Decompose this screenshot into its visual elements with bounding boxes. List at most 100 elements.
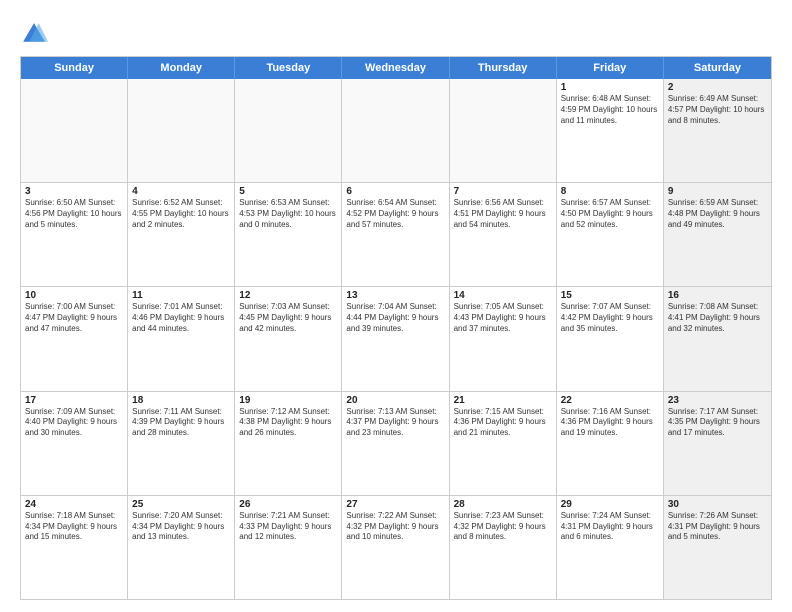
calendar-row-4: 24Sunrise: 7:18 AM Sunset: 4:34 PM Dayli… — [21, 496, 771, 599]
day-number: 6 — [346, 186, 444, 197]
calendar-cell: 8Sunrise: 6:57 AM Sunset: 4:50 PM Daylig… — [557, 183, 664, 286]
day-number: 21 — [454, 395, 552, 406]
logo-icon — [20, 20, 48, 48]
day-number: 12 — [239, 290, 337, 301]
day-info: Sunrise: 7:09 AM Sunset: 4:40 PM Dayligh… — [25, 407, 123, 439]
day-info: Sunrise: 6:53 AM Sunset: 4:53 PM Dayligh… — [239, 198, 337, 230]
day-number: 7 — [454, 186, 552, 197]
day-info: Sunrise: 7:17 AM Sunset: 4:35 PM Dayligh… — [668, 407, 767, 439]
calendar-header: SundayMondayTuesdayWednesdayThursdayFrid… — [21, 57, 771, 79]
day-info: Sunrise: 7:24 AM Sunset: 4:31 PM Dayligh… — [561, 511, 659, 543]
calendar-cell — [342, 79, 449, 182]
day-number: 22 — [561, 395, 659, 406]
day-info: Sunrise: 6:52 AM Sunset: 4:55 PM Dayligh… — [132, 198, 230, 230]
day-number: 1 — [561, 82, 659, 93]
day-info: Sunrise: 7:03 AM Sunset: 4:45 PM Dayligh… — [239, 302, 337, 334]
day-number: 5 — [239, 186, 337, 197]
day-info: Sunrise: 6:49 AM Sunset: 4:57 PM Dayligh… — [668, 94, 767, 126]
calendar-cell: 19Sunrise: 7:12 AM Sunset: 4:38 PM Dayli… — [235, 392, 342, 495]
calendar-cell: 2Sunrise: 6:49 AM Sunset: 4:57 PM Daylig… — [664, 79, 771, 182]
day-info: Sunrise: 7:04 AM Sunset: 4:44 PM Dayligh… — [346, 302, 444, 334]
day-info: Sunrise: 7:22 AM Sunset: 4:32 PM Dayligh… — [346, 511, 444, 543]
day-number: 3 — [25, 186, 123, 197]
day-number: 18 — [132, 395, 230, 406]
day-number: 2 — [668, 82, 767, 93]
day-number: 23 — [668, 395, 767, 406]
calendar-cell — [235, 79, 342, 182]
day-info: Sunrise: 7:15 AM Sunset: 4:36 PM Dayligh… — [454, 407, 552, 439]
calendar-cell: 4Sunrise: 6:52 AM Sunset: 4:55 PM Daylig… — [128, 183, 235, 286]
calendar-cell: 12Sunrise: 7:03 AM Sunset: 4:45 PM Dayli… — [235, 287, 342, 390]
day-number: 9 — [668, 186, 767, 197]
calendar-cell: 21Sunrise: 7:15 AM Sunset: 4:36 PM Dayli… — [450, 392, 557, 495]
calendar-cell: 17Sunrise: 7:09 AM Sunset: 4:40 PM Dayli… — [21, 392, 128, 495]
calendar: SundayMondayTuesdayWednesdayThursdayFrid… — [20, 56, 772, 600]
day-number: 14 — [454, 290, 552, 301]
header-day-friday: Friday — [557, 57, 664, 79]
calendar-cell: 30Sunrise: 7:26 AM Sunset: 4:31 PM Dayli… — [664, 496, 771, 599]
calendar-cell — [450, 79, 557, 182]
day-info: Sunrise: 7:11 AM Sunset: 4:39 PM Dayligh… — [132, 407, 230, 439]
day-info: Sunrise: 7:07 AM Sunset: 4:42 PM Dayligh… — [561, 302, 659, 334]
day-number: 26 — [239, 499, 337, 510]
calendar-cell: 6Sunrise: 6:54 AM Sunset: 4:52 PM Daylig… — [342, 183, 449, 286]
day-info: Sunrise: 7:21 AM Sunset: 4:33 PM Dayligh… — [239, 511, 337, 543]
logo — [20, 20, 52, 48]
day-info: Sunrise: 7:16 AM Sunset: 4:36 PM Dayligh… — [561, 407, 659, 439]
calendar-cell: 25Sunrise: 7:20 AM Sunset: 4:34 PM Dayli… — [128, 496, 235, 599]
day-info: Sunrise: 6:54 AM Sunset: 4:52 PM Dayligh… — [346, 198, 444, 230]
day-number: 10 — [25, 290, 123, 301]
day-number: 28 — [454, 499, 552, 510]
header — [20, 16, 772, 48]
day-number: 20 — [346, 395, 444, 406]
day-number: 13 — [346, 290, 444, 301]
header-day-sunday: Sunday — [21, 57, 128, 79]
calendar-cell: 11Sunrise: 7:01 AM Sunset: 4:46 PM Dayli… — [128, 287, 235, 390]
calendar-row-0: 1Sunrise: 6:48 AM Sunset: 4:59 PM Daylig… — [21, 79, 771, 183]
calendar-cell: 13Sunrise: 7:04 AM Sunset: 4:44 PM Dayli… — [342, 287, 449, 390]
day-number: 25 — [132, 499, 230, 510]
day-info: Sunrise: 7:23 AM Sunset: 4:32 PM Dayligh… — [454, 511, 552, 543]
day-number: 29 — [561, 499, 659, 510]
calendar-cell: 18Sunrise: 7:11 AM Sunset: 4:39 PM Dayli… — [128, 392, 235, 495]
calendar-cell: 26Sunrise: 7:21 AM Sunset: 4:33 PM Dayli… — [235, 496, 342, 599]
calendar-cell: 22Sunrise: 7:16 AM Sunset: 4:36 PM Dayli… — [557, 392, 664, 495]
day-info: Sunrise: 7:12 AM Sunset: 4:38 PM Dayligh… — [239, 407, 337, 439]
header-day-monday: Monday — [128, 57, 235, 79]
day-number: 19 — [239, 395, 337, 406]
calendar-cell: 24Sunrise: 7:18 AM Sunset: 4:34 PM Dayli… — [21, 496, 128, 599]
day-info: Sunrise: 7:01 AM Sunset: 4:46 PM Dayligh… — [132, 302, 230, 334]
calendar-cell: 20Sunrise: 7:13 AM Sunset: 4:37 PM Dayli… — [342, 392, 449, 495]
calendar-cell: 29Sunrise: 7:24 AM Sunset: 4:31 PM Dayli… — [557, 496, 664, 599]
day-info: Sunrise: 7:26 AM Sunset: 4:31 PM Dayligh… — [668, 511, 767, 543]
day-number: 17 — [25, 395, 123, 406]
day-number: 30 — [668, 499, 767, 510]
calendar-cell: 14Sunrise: 7:05 AM Sunset: 4:43 PM Dayli… — [450, 287, 557, 390]
day-number: 24 — [25, 499, 123, 510]
calendar-cell: 7Sunrise: 6:56 AM Sunset: 4:51 PM Daylig… — [450, 183, 557, 286]
calendar-cell: 3Sunrise: 6:50 AM Sunset: 4:56 PM Daylig… — [21, 183, 128, 286]
calendar-cell: 1Sunrise: 6:48 AM Sunset: 4:59 PM Daylig… — [557, 79, 664, 182]
calendar-cell: 16Sunrise: 7:08 AM Sunset: 4:41 PM Dayli… — [664, 287, 771, 390]
day-info: Sunrise: 7:18 AM Sunset: 4:34 PM Dayligh… — [25, 511, 123, 543]
page: SundayMondayTuesdayWednesdayThursdayFrid… — [0, 0, 792, 612]
calendar-cell: 10Sunrise: 7:00 AM Sunset: 4:47 PM Dayli… — [21, 287, 128, 390]
day-number: 4 — [132, 186, 230, 197]
day-info: Sunrise: 6:57 AM Sunset: 4:50 PM Dayligh… — [561, 198, 659, 230]
day-info: Sunrise: 7:00 AM Sunset: 4:47 PM Dayligh… — [25, 302, 123, 334]
header-day-saturday: Saturday — [664, 57, 771, 79]
calendar-cell: 5Sunrise: 6:53 AM Sunset: 4:53 PM Daylig… — [235, 183, 342, 286]
calendar-cell — [21, 79, 128, 182]
day-number: 15 — [561, 290, 659, 301]
day-number: 8 — [561, 186, 659, 197]
day-info: Sunrise: 6:56 AM Sunset: 4:51 PM Dayligh… — [454, 198, 552, 230]
calendar-body: 1Sunrise: 6:48 AM Sunset: 4:59 PM Daylig… — [21, 79, 771, 599]
day-info: Sunrise: 7:08 AM Sunset: 4:41 PM Dayligh… — [668, 302, 767, 334]
calendar-cell: 23Sunrise: 7:17 AM Sunset: 4:35 PM Dayli… — [664, 392, 771, 495]
day-info: Sunrise: 6:50 AM Sunset: 4:56 PM Dayligh… — [25, 198, 123, 230]
day-number: 27 — [346, 499, 444, 510]
calendar-cell — [128, 79, 235, 182]
day-number: 16 — [668, 290, 767, 301]
calendar-cell: 28Sunrise: 7:23 AM Sunset: 4:32 PM Dayli… — [450, 496, 557, 599]
day-number: 11 — [132, 290, 230, 301]
